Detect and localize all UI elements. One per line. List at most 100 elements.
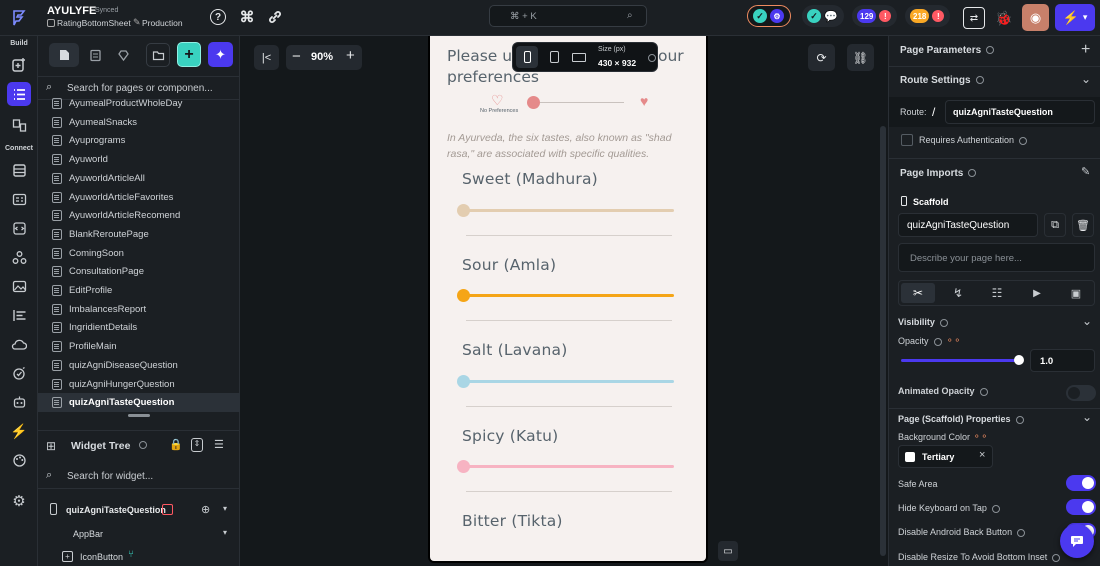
- tree-options-icon[interactable]: ☰: [214, 438, 224, 451]
- tree-node-appbar[interactable]: AppBar ▾: [38, 525, 240, 543]
- settings-gear-icon[interactable]: ⚙: [8, 490, 30, 512]
- integrations-icon[interactable]: [8, 246, 30, 268]
- media-assets-icon[interactable]: [8, 275, 30, 297]
- link-icon[interactable]: [266, 8, 284, 26]
- widget-search-input[interactable]: Search for widget...: [67, 471, 153, 482]
- scaffold-properties-title[interactable]: Page (Scaffold) Properties: [898, 414, 1024, 424]
- spicy-slider-thumb[interactable]: [457, 460, 470, 473]
- info-icon[interactable]: [139, 441, 147, 449]
- state-tab-icon[interactable]: ▣: [1059, 283, 1093, 303]
- issues-chip[interactable]: 129 !: [852, 5, 897, 27]
- localization-icon[interactable]: [8, 304, 30, 326]
- page-list-item[interactable]: quizAgniHungerQuestion: [38, 375, 240, 394]
- add-widget-icon[interactable]: [8, 54, 30, 76]
- info-icon[interactable]: [975, 76, 984, 85]
- add-child-icon[interactable]: ⊕: [201, 503, 210, 516]
- page-list-item[interactable]: Ayuworld: [38, 150, 240, 169]
- preview-button[interactable]: ◉: [1022, 4, 1049, 31]
- ai-generate-sparkle-icon[interactable]: ✦: [208, 42, 233, 67]
- info-icon[interactable]: [979, 387, 988, 396]
- status-chip[interactable]: ✓ ⚙: [747, 5, 791, 27]
- zoom-out-icon[interactable]: −: [292, 48, 301, 65]
- environment-label[interactable]: Production: [142, 18, 183, 28]
- breadcrumb[interactable]: RatingBottomSheet: [57, 18, 131, 28]
- info-icon[interactable]: [986, 46, 995, 55]
- route-settings-title[interactable]: Route Settings: [900, 75, 984, 86]
- chevron-down-icon[interactable]: ⌄: [1082, 410, 1092, 424]
- page-selector-icon[interactable]: [7, 82, 31, 106]
- actions-lightning-icon[interactable]: ⚡: [8, 420, 30, 442]
- info-icon[interactable]: [1017, 528, 1026, 537]
- help-icon[interactable]: ?: [210, 9, 226, 25]
- heart-outline-icon[interactable]: ♡: [491, 92, 504, 109]
- page-list-item[interactable]: ComingSoon: [38, 244, 240, 263]
- tree-node-root[interactable]: quizAgniTasteQuestion ⊕ ▾: [38, 501, 240, 519]
- delete-trash-icon[interactable]: 🗑: [1072, 213, 1094, 237]
- sweet-slider-thumb[interactable]: [457, 204, 470, 217]
- page-list-item[interactable]: AyumealProductWholeDay: [38, 94, 240, 113]
- salt-slider-thumb[interactable]: [457, 375, 470, 388]
- tablet-device-icon[interactable]: [543, 46, 565, 68]
- version-control-icon[interactable]: ⇄: [963, 7, 985, 29]
- add-parameter-icon[interactable]: +: [1081, 41, 1090, 59]
- requires-auth-checkbox[interactable]: [901, 134, 913, 146]
- chevron-down-icon[interactable]: ▾: [223, 528, 227, 537]
- heading-text-left[interactable]: Please u: [447, 47, 512, 65]
- graph-view-icon[interactable]: ⛓: [847, 44, 874, 71]
- canvas-scrollbar[interactable]: [880, 126, 886, 556]
- info-icon[interactable]: [1015, 415, 1024, 424]
- add-page-button[interactable]: +: [177, 42, 201, 67]
- chevron-down-icon[interactable]: ⌄: [1081, 72, 1091, 86]
- warnings-chip[interactable]: 218 !: [905, 5, 950, 27]
- zoom-in-icon[interactable]: +: [346, 47, 355, 64]
- page-list-item[interactable]: AyuworldArticleRecomend: [38, 206, 240, 225]
- run-button[interactable]: ⚡ ▾: [1055, 4, 1095, 31]
- info-icon[interactable]: [939, 318, 948, 327]
- info-icon[interactable]: [1052, 553, 1061, 562]
- phone-preview[interactable]: Please u our preferences ♡ No Preference…: [428, 36, 708, 563]
- variable-binding-icon[interactable]: ⚬⚬: [973, 431, 988, 442]
- debug-icon[interactable]: 🐞: [993, 7, 1015, 29]
- tree-node-iconbutton[interactable]: + IconButton ⑂: [38, 548, 240, 566]
- info-icon[interactable]: [1019, 136, 1028, 145]
- firestore-icon[interactable]: [8, 159, 30, 181]
- info-icon[interactable]: [968, 169, 977, 178]
- command-icon[interactable]: ⌘: [238, 8, 256, 26]
- panel-resize-handle[interactable]: [128, 414, 150, 417]
- page-list-item[interactable]: quizAgniTasteQuestion: [38, 393, 240, 413]
- visibility-title[interactable]: Visibility: [898, 317, 948, 327]
- info-icon[interactable]: [991, 504, 1000, 513]
- widget-search[interactable]: ⌕ Search for widget...: [38, 465, 240, 489]
- keyboard-toggle-icon[interactable]: ▭: [718, 541, 738, 561]
- command-search[interactable]: ⌘ + K ⌕: [489, 5, 647, 27]
- heading-text-right[interactable]: our: [658, 47, 684, 65]
- info-icon[interactable]: [648, 54, 656, 62]
- page-list-item[interactable]: AyuworldArticleAll: [38, 169, 240, 188]
- page-list-item[interactable]: ImbalancesReport: [38, 300, 240, 319]
- desktop-device-icon[interactable]: [568, 46, 590, 68]
- properties-tab-icon[interactable]: ✂: [901, 283, 935, 303]
- page-name-input[interactable]: quizAgniTasteQuestion: [898, 213, 1038, 237]
- sour-slider-thumb[interactable]: [457, 289, 470, 302]
- app-values-icon[interactable]: [8, 188, 30, 210]
- custom-code-icon[interactable]: [8, 217, 30, 239]
- edit-pencil-icon[interactable]: ✎: [1081, 165, 1090, 178]
- flutterflow-logo-icon[interactable]: [9, 8, 29, 28]
- page-list-item[interactable]: AyumealSnacks: [38, 113, 240, 132]
- page-list-item[interactable]: IngridientDetails: [38, 318, 240, 337]
- pages-tab[interactable]: [49, 43, 79, 67]
- opacity-slider-track[interactable]: [901, 359, 1019, 362]
- background-color-picker[interactable]: Tertiary ×: [898, 445, 993, 468]
- page-list-item[interactable]: quizAgniDiseaseQuestion: [38, 356, 240, 375]
- opacity-input[interactable]: 1.0: [1030, 349, 1095, 372]
- phone-device-icon[interactable]: [516, 46, 538, 68]
- components-tab[interactable]: [84, 43, 106, 67]
- page-description-input[interactable]: Describe your page here...: [898, 243, 1095, 272]
- animations-tab-icon[interactable]: ▶: [1020, 283, 1054, 303]
- sweet-slider-track[interactable]: [464, 209, 674, 212]
- project-name[interactable]: AYULYFE: [47, 5, 96, 17]
- library-diamond-icon[interactable]: [112, 43, 134, 67]
- page-list-item[interactable]: ProfileMain: [38, 337, 240, 356]
- page-list-item[interactable]: AyuworldArticleFavorites: [38, 188, 240, 207]
- lock-icon[interactable]: 🔒: [169, 438, 183, 451]
